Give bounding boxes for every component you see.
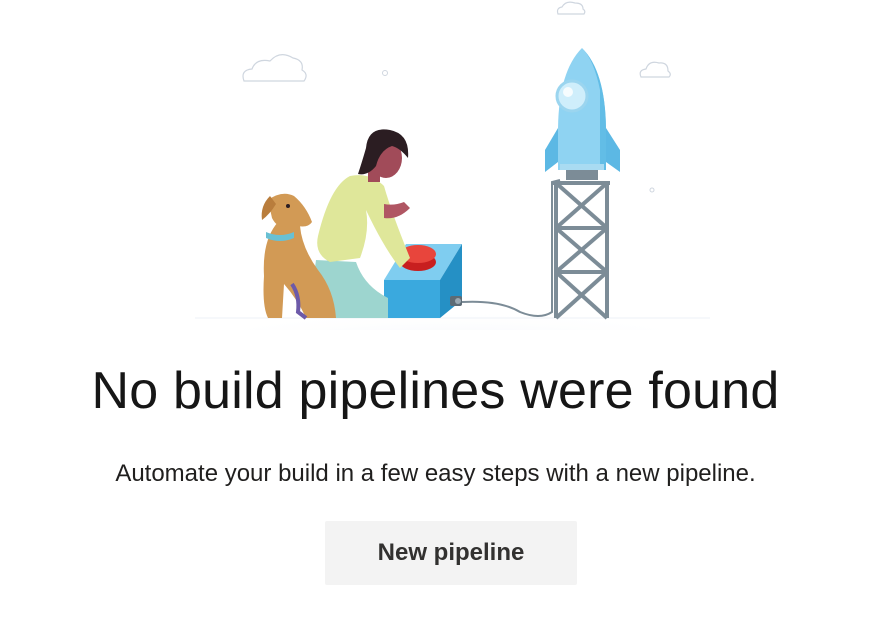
empty-state-illustration (0, 0, 871, 330)
new-pipeline-button[interactable]: New pipeline (325, 521, 577, 585)
sparkle-dot (649, 187, 655, 193)
cloud-icon (556, 1, 586, 15)
rocket-icon (545, 48, 620, 180)
page-title: No build pipelines were found (91, 362, 780, 420)
sparkle-dot (382, 70, 388, 76)
cloud-icon (242, 54, 307, 82)
empty-state-description: Automate your build in a few easy steps … (115, 460, 756, 487)
cloud-icon (639, 61, 671, 78)
rocket-launch-illustration (182, 1, 722, 330)
